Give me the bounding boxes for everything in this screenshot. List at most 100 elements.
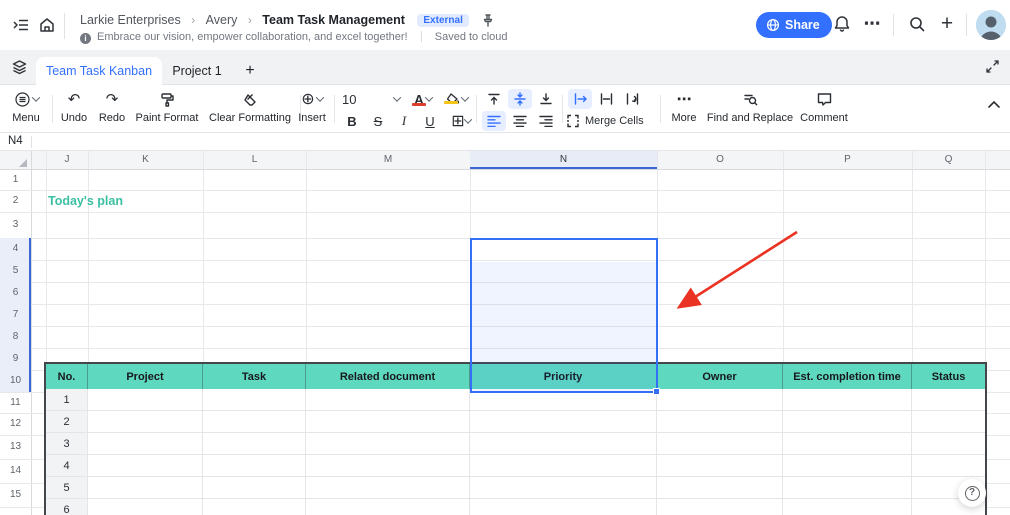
bold-button[interactable]: B bbox=[340, 111, 364, 131]
valign-bottom-icon bbox=[539, 92, 553, 106]
column-header-O[interactable]: O bbox=[657, 151, 783, 169]
breadcrumb-item[interactable]: Avery bbox=[206, 13, 238, 27]
selection-range-N4-N10 bbox=[470, 238, 658, 393]
column-header-K[interactable]: K bbox=[88, 151, 203, 169]
column-header-Q[interactable]: Q bbox=[912, 151, 985, 169]
saved-status: Saved to cloud bbox=[435, 31, 508, 43]
more-button[interactable]: ⋯ More bbox=[664, 88, 704, 124]
merge-cells-button[interactable]: Merge Cells bbox=[566, 111, 656, 131]
formula-bar: N4 bbox=[0, 133, 1010, 151]
text-rotate-icon bbox=[625, 92, 640, 106]
font-size-value: 10 bbox=[342, 92, 356, 107]
row-header-14[interactable]: 14 bbox=[0, 459, 31, 483]
today-header-cell: Project bbox=[88, 364, 203, 389]
menu-icon bbox=[14, 91, 31, 108]
avatar[interactable] bbox=[976, 10, 1006, 40]
align-right-button[interactable] bbox=[534, 111, 558, 131]
add-sheet-button[interactable]: + bbox=[240, 57, 260, 85]
row-header-10[interactable]: 10 bbox=[0, 370, 31, 392]
column-header-N[interactable]: N bbox=[470, 151, 657, 169]
today-header-cell: Est. completion time bbox=[783, 364, 912, 389]
text-wrap-button[interactable] bbox=[594, 89, 618, 109]
strikethrough-button[interactable]: S bbox=[366, 111, 390, 131]
sheet-grid[interactable]: J K L M N O P Q 1 2 3 4 5 6 7 8 9 10 11 … bbox=[0, 151, 1010, 515]
breadcrumb-item[interactable]: Larkie Enterprises bbox=[80, 13, 181, 27]
text-overflow-icon bbox=[573, 92, 588, 106]
row-header-7[interactable]: 7 bbox=[0, 304, 31, 326]
text-rotate-button[interactable] bbox=[620, 89, 644, 109]
name-box[interactable]: N4 bbox=[8, 135, 23, 147]
row-header-2[interactable]: 2 bbox=[0, 190, 31, 212]
font-color-button[interactable]: A bbox=[406, 89, 438, 109]
underline-button[interactable]: U bbox=[418, 111, 442, 131]
spreadsheet-app: Larkie Enterprises › Avery › Team Task M… bbox=[0, 0, 1010, 515]
search-icon[interactable] bbox=[908, 15, 928, 35]
globe-icon bbox=[766, 18, 780, 32]
row-header-13[interactable]: 13 bbox=[0, 435, 31, 459]
column-header-J[interactable]: J bbox=[46, 151, 88, 169]
row-header-9[interactable]: 9 bbox=[0, 348, 31, 370]
help-icon: ? bbox=[965, 486, 980, 501]
align-center-button[interactable] bbox=[508, 111, 532, 131]
document-title[interactable]: Team Task Management bbox=[262, 13, 405, 27]
fill-color-button[interactable] bbox=[440, 89, 472, 109]
borders-button[interactable]: ⊞ bbox=[444, 111, 478, 131]
row-header-15[interactable]: 15 bbox=[0, 483, 31, 507]
valign-top-button[interactable] bbox=[482, 89, 506, 109]
row-header-5[interactable]: 5 bbox=[0, 260, 31, 282]
column-header-M[interactable]: M bbox=[306, 151, 470, 169]
sheet-list-icon[interactable] bbox=[11, 59, 31, 79]
pin-icon[interactable] bbox=[481, 13, 495, 27]
today-row-no: 6 bbox=[46, 499, 88, 515]
sheet-tab-bar: Team Task Kanban Project 1 + bbox=[0, 50, 1010, 85]
today-row-no: 5 bbox=[46, 477, 88, 499]
today-row-no: 3 bbox=[46, 433, 88, 455]
notifications-bell-icon[interactable] bbox=[832, 14, 852, 34]
row-header-4[interactable]: 4 bbox=[0, 238, 31, 260]
align-left-button[interactable] bbox=[482, 111, 506, 131]
row-header-12[interactable]: 12 bbox=[0, 413, 31, 435]
collapse-toolbar-icon[interactable] bbox=[987, 99, 1001, 109]
today-row-no: 2 bbox=[46, 411, 88, 433]
row-header-3[interactable]: 3 bbox=[0, 212, 31, 238]
align-right-icon bbox=[539, 115, 553, 127]
breadcrumb-separator: › bbox=[248, 13, 252, 27]
comment-icon bbox=[796, 88, 852, 110]
valign-middle-button[interactable] bbox=[508, 89, 532, 109]
select-all-corner[interactable] bbox=[19, 159, 27, 167]
help-button[interactable]: ? bbox=[958, 479, 986, 507]
share-button[interactable]: Share bbox=[756, 12, 832, 38]
column-header-P[interactable]: P bbox=[783, 151, 912, 169]
column-header-L[interactable]: L bbox=[203, 151, 306, 169]
expand-icon[interactable] bbox=[985, 59, 1005, 79]
fill-handle[interactable] bbox=[653, 388, 660, 395]
row-header-8[interactable]: 8 bbox=[0, 326, 31, 348]
tab-team-task-kanban[interactable]: Team Task Kanban bbox=[36, 57, 162, 85]
italic-button[interactable]: I bbox=[392, 111, 416, 131]
menu-button[interactable]: Menu bbox=[4, 88, 48, 124]
row-header-1[interactable]: 1 bbox=[0, 169, 31, 190]
today-row-no: 4 bbox=[46, 455, 88, 477]
find-replace-button[interactable]: Find and Replace bbox=[706, 88, 794, 124]
valign-bottom-button[interactable] bbox=[534, 89, 558, 109]
valign-middle-icon bbox=[513, 92, 527, 106]
undo-icon: ↶ bbox=[56, 88, 92, 110]
more-options-icon[interactable]: ⋯ bbox=[862, 14, 882, 34]
row-header-11[interactable]: 11 bbox=[0, 392, 31, 413]
font-size-select[interactable]: 10 bbox=[338, 89, 404, 109]
insert-button[interactable]: ⊕ Insert bbox=[290, 88, 334, 124]
sidebar-toggle-icon[interactable] bbox=[12, 16, 32, 36]
tab-project-1[interactable]: Project 1 bbox=[168, 57, 226, 85]
home-icon[interactable] bbox=[38, 16, 58, 36]
valign-top-icon bbox=[487, 92, 501, 106]
comment-button[interactable]: Comment bbox=[796, 88, 852, 124]
borders-icon: ⊞ bbox=[451, 111, 464, 131]
undo-button[interactable]: ↶ Undo bbox=[56, 88, 92, 124]
row-header-6[interactable]: 6 bbox=[0, 282, 31, 304]
clear-formatting-button[interactable]: Clear Formatting bbox=[204, 88, 296, 124]
redo-button[interactable]: ↷ Redo bbox=[94, 88, 130, 124]
paint-format-button[interactable]: Paint Format bbox=[132, 88, 202, 124]
text-overflow-button[interactable] bbox=[568, 89, 592, 109]
top-header: Larkie Enterprises › Avery › Team Task M… bbox=[0, 0, 1010, 50]
new-doc-plus-icon[interactable]: + bbox=[937, 12, 957, 32]
